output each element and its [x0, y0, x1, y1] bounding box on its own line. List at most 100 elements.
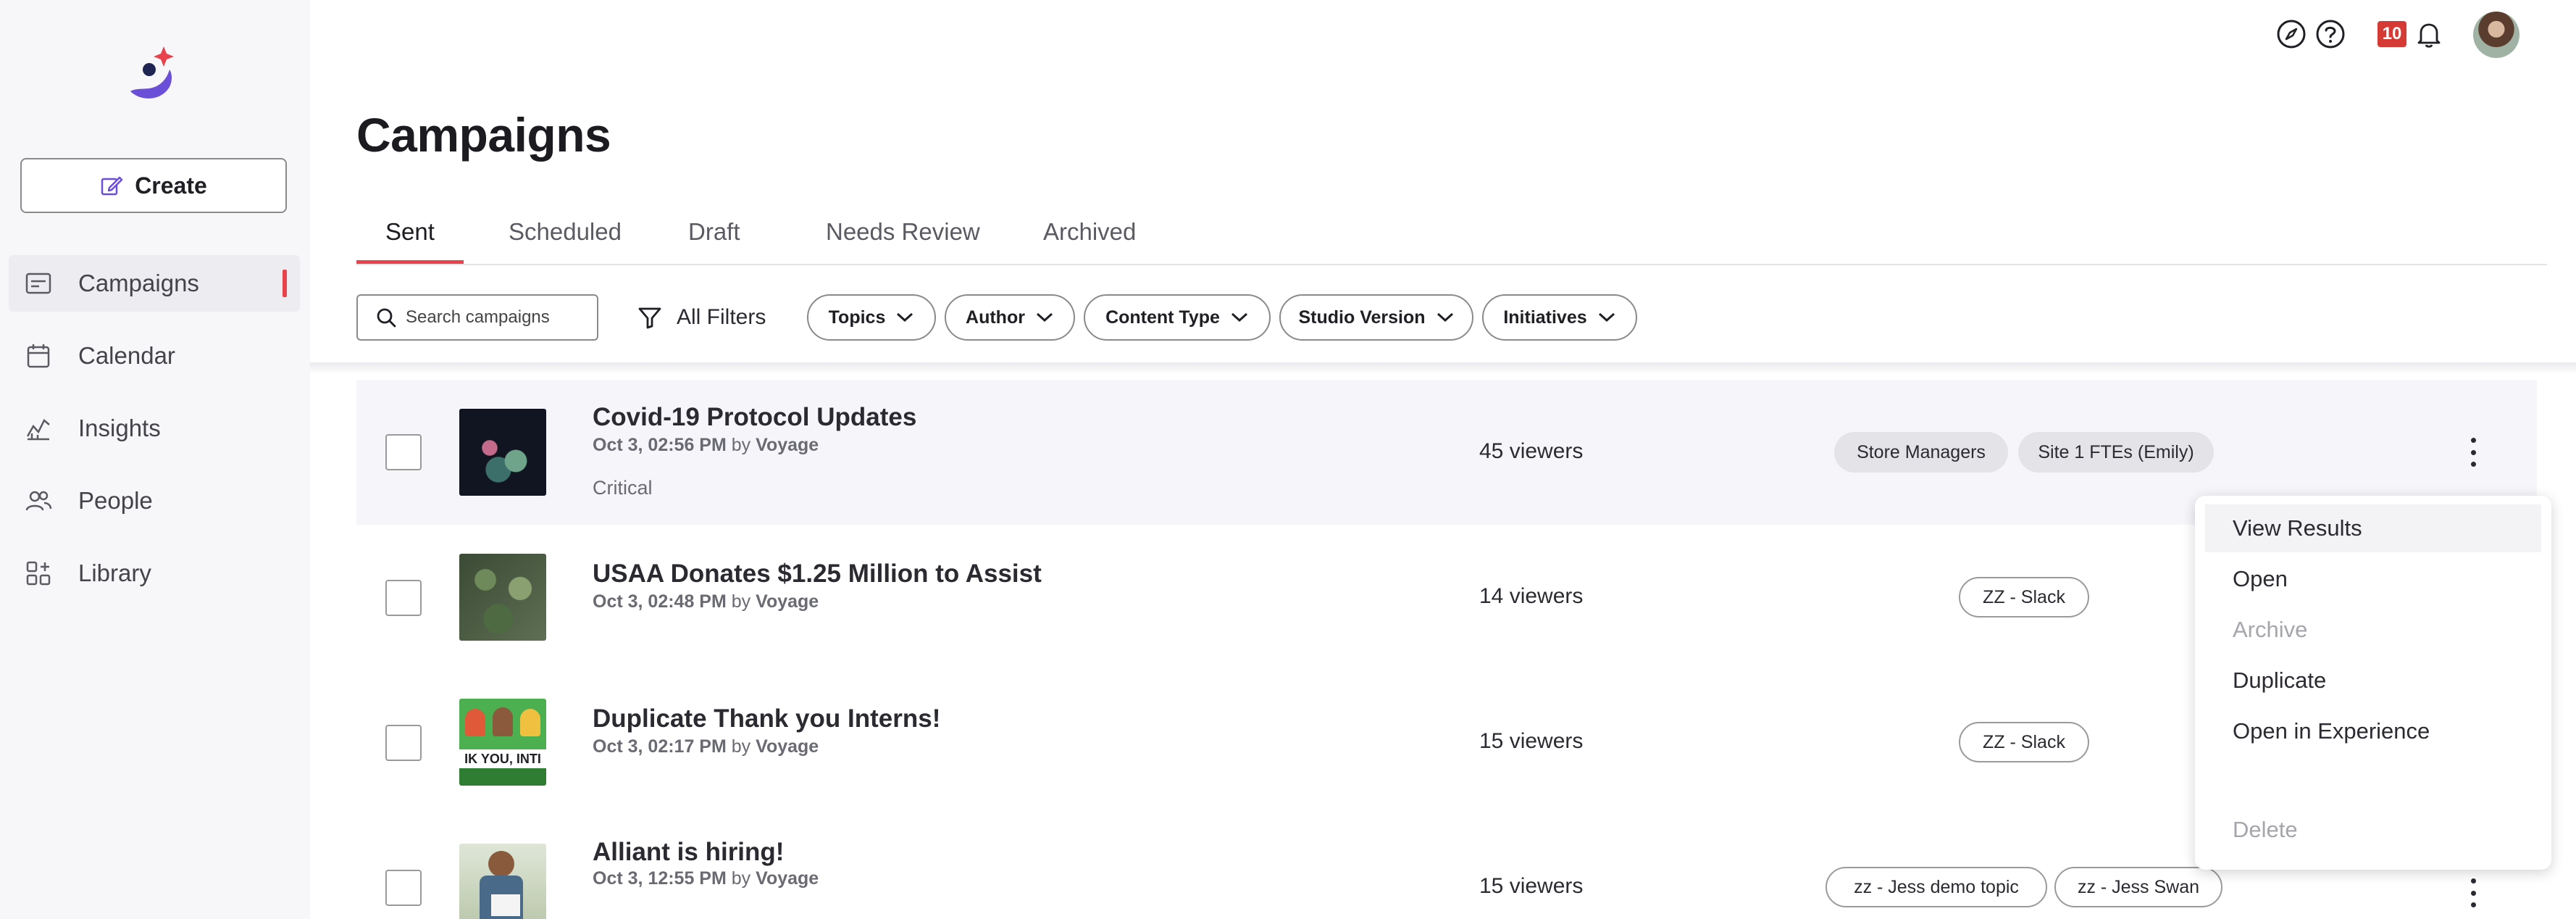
compass-icon[interactable] — [2276, 19, 2307, 49]
audience-pill: ZZ - Slack — [1959, 577, 2089, 617]
people-icon — [25, 491, 52, 511]
campaign-title[interactable]: Covid-19 Protocol Updates — [593, 403, 916, 432]
campaign-by: by — [731, 736, 751, 757]
studio-version-filter[interactable]: Studio Version — [1279, 294, 1473, 341]
audience-pill: Site 1 FTEs (Emily) — [2018, 432, 2214, 473]
tab-archived[interactable]: Archived — [1014, 215, 1165, 264]
user-avatar[interactable] — [2473, 12, 2519, 58]
campaign-title[interactable]: Alliant is hiring! — [593, 838, 784, 867]
campaign-meta: Oct 3, 02:17 PM by Voyage — [593, 736, 819, 757]
author-filter[interactable]: Author — [945, 294, 1075, 341]
initiatives-filter[interactable]: Initiatives — [1482, 294, 1637, 341]
audience-pill: ZZ - Slack — [1959, 722, 2089, 762]
bell-icon[interactable] — [2414, 19, 2444, 49]
sidebar-nav: Campaigns Calendar Insights People Libra… — [9, 255, 300, 617]
create-button-label: Create — [135, 172, 207, 199]
campaign-meta: Oct 3, 12:55 PM by Voyage — [593, 868, 819, 889]
menu-item-duplicate[interactable]: Duplicate — [2205, 657, 2541, 704]
campaign-author: Voyage — [756, 435, 819, 455]
create-button[interactable]: Create — [20, 158, 287, 213]
sidebar-item-label: Campaigns — [78, 270, 199, 296]
row-actions-menu: View Results Open Archive Duplicate Open… — [2195, 496, 2551, 870]
chevron-down-icon — [1231, 312, 1247, 323]
page-title: Campaigns — [356, 108, 611, 162]
viewer-count: 14 viewers — [1479, 584, 1584, 608]
campaign-meta: Oct 3, 02:56 PM by Voyage — [593, 435, 819, 456]
sidebar-item-library[interactable]: Library — [9, 545, 300, 602]
content-type-filter[interactable]: Content Type — [1084, 294, 1271, 341]
viewer-count: 15 viewers — [1479, 874, 1584, 898]
campaign-author: Voyage — [756, 736, 819, 757]
chevron-down-icon — [1598, 312, 1615, 323]
sidebar-item-label: People — [78, 487, 153, 514]
campaign-thumbnail — [459, 409, 546, 496]
campaign-date: Oct 3, 02:17 PM — [593, 736, 727, 757]
campaign-author: Voyage — [756, 591, 819, 612]
edit-icon — [101, 176, 123, 196]
sidebar-item-label: Calendar — [78, 342, 175, 369]
tab-needs-review[interactable]: Needs Review — [797, 215, 1009, 264]
campaign-thumbnail: IK YOU, INTI — [459, 699, 546, 786]
chip-label: Author — [966, 307, 1025, 328]
tab-scheduled[interactable]: Scheduled — [480, 215, 651, 264]
campaign-thumbnail — [459, 844, 546, 919]
menu-item-delete: Delete — [2233, 817, 2298, 842]
sidebar-item-insights[interactable]: Insights — [9, 400, 300, 457]
chevron-down-icon — [1036, 312, 1053, 323]
notification-count-badge[interactable]: 10 — [2378, 21, 2406, 47]
campaign-meta: Oct 3, 02:48 PM by Voyage — [593, 591, 819, 612]
filter-icon — [638, 307, 661, 329]
insights-icon — [26, 419, 50, 441]
all-filters-button[interactable]: All Filters — [637, 297, 766, 338]
all-filters-label: All Filters — [677, 305, 766, 329]
campaign-by: by — [731, 435, 751, 455]
more-options-icon[interactable] — [2464, 435, 2482, 470]
viewer-count: 15 viewers — [1479, 729, 1584, 753]
chevron-down-icon — [897, 312, 913, 323]
search-box — [356, 294, 598, 341]
menu-item-archive: Archive — [2233, 617, 2308, 642]
viewer-count: 45 viewers — [1479, 439, 1584, 463]
chevron-down-icon — [1437, 312, 1453, 323]
campaign-title[interactable]: USAA Donates $1.25 Million to Assist — [593, 560, 1042, 589]
campaign-by: by — [731, 591, 751, 612]
row-checkbox[interactable] — [385, 725, 422, 761]
menu-item-open[interactable]: Open — [2205, 555, 2541, 603]
sidebar-item-campaigns[interactable]: Campaigns — [9, 255, 300, 312]
sidebar-item-label: Insights — [78, 415, 161, 441]
row-checkbox[interactable] — [385, 870, 422, 906]
help-icon[interactable] — [2315, 19, 2346, 49]
search-icon — [377, 308, 396, 328]
filter-divider — [310, 362, 2576, 374]
search-input[interactable] — [406, 307, 580, 328]
campaign-date: Oct 3, 12:55 PM — [593, 868, 727, 889]
campaign-tabs: Sent Scheduled Draft Needs Review Archiv… — [356, 210, 2547, 265]
sidebar-item-calendar[interactable]: Calendar — [9, 328, 300, 384]
topics-filter[interactable]: Topics — [807, 294, 936, 341]
campaign-by: by — [731, 868, 751, 889]
campaign-title[interactable]: Duplicate Thank you Interns! — [593, 704, 940, 733]
audience-pill: zz - Jess Swan — [2054, 867, 2222, 907]
brand-logo[interactable] — [125, 43, 183, 109]
campaign-date: Oct 3, 02:48 PM — [593, 591, 727, 612]
sidebar-item-people[interactable]: People — [9, 473, 300, 529]
campaign-author: Voyage — [756, 868, 819, 889]
campaign-tag: Critical — [593, 477, 653, 499]
chip-label: Studio Version — [1298, 307, 1426, 328]
menu-item-view-results[interactable]: View Results — [2205, 504, 2541, 552]
calendar-icon — [27, 344, 50, 368]
chip-label: Content Type — [1105, 307, 1220, 328]
tab-draft[interactable]: Draft — [659, 215, 769, 264]
library-icon — [26, 561, 51, 586]
chip-label: Initiatives — [1503, 307, 1587, 328]
row-checkbox[interactable] — [385, 580, 422, 616]
more-options-icon[interactable] — [2464, 876, 2482, 910]
campaign-thumbnail — [459, 554, 546, 641]
menu-item-open-in-experience[interactable]: Open in Experience — [2205, 707, 2541, 755]
tab-sent[interactable]: Sent — [356, 215, 464, 264]
thumbnail-caption: IK YOU, INTI — [459, 749, 546, 768]
chip-label: Topics — [828, 307, 886, 328]
sidebar-item-label: Library — [78, 560, 151, 586]
audience-pill: zz - Jess demo topic — [1826, 867, 2047, 907]
row-checkbox[interactable] — [385, 434, 422, 470]
